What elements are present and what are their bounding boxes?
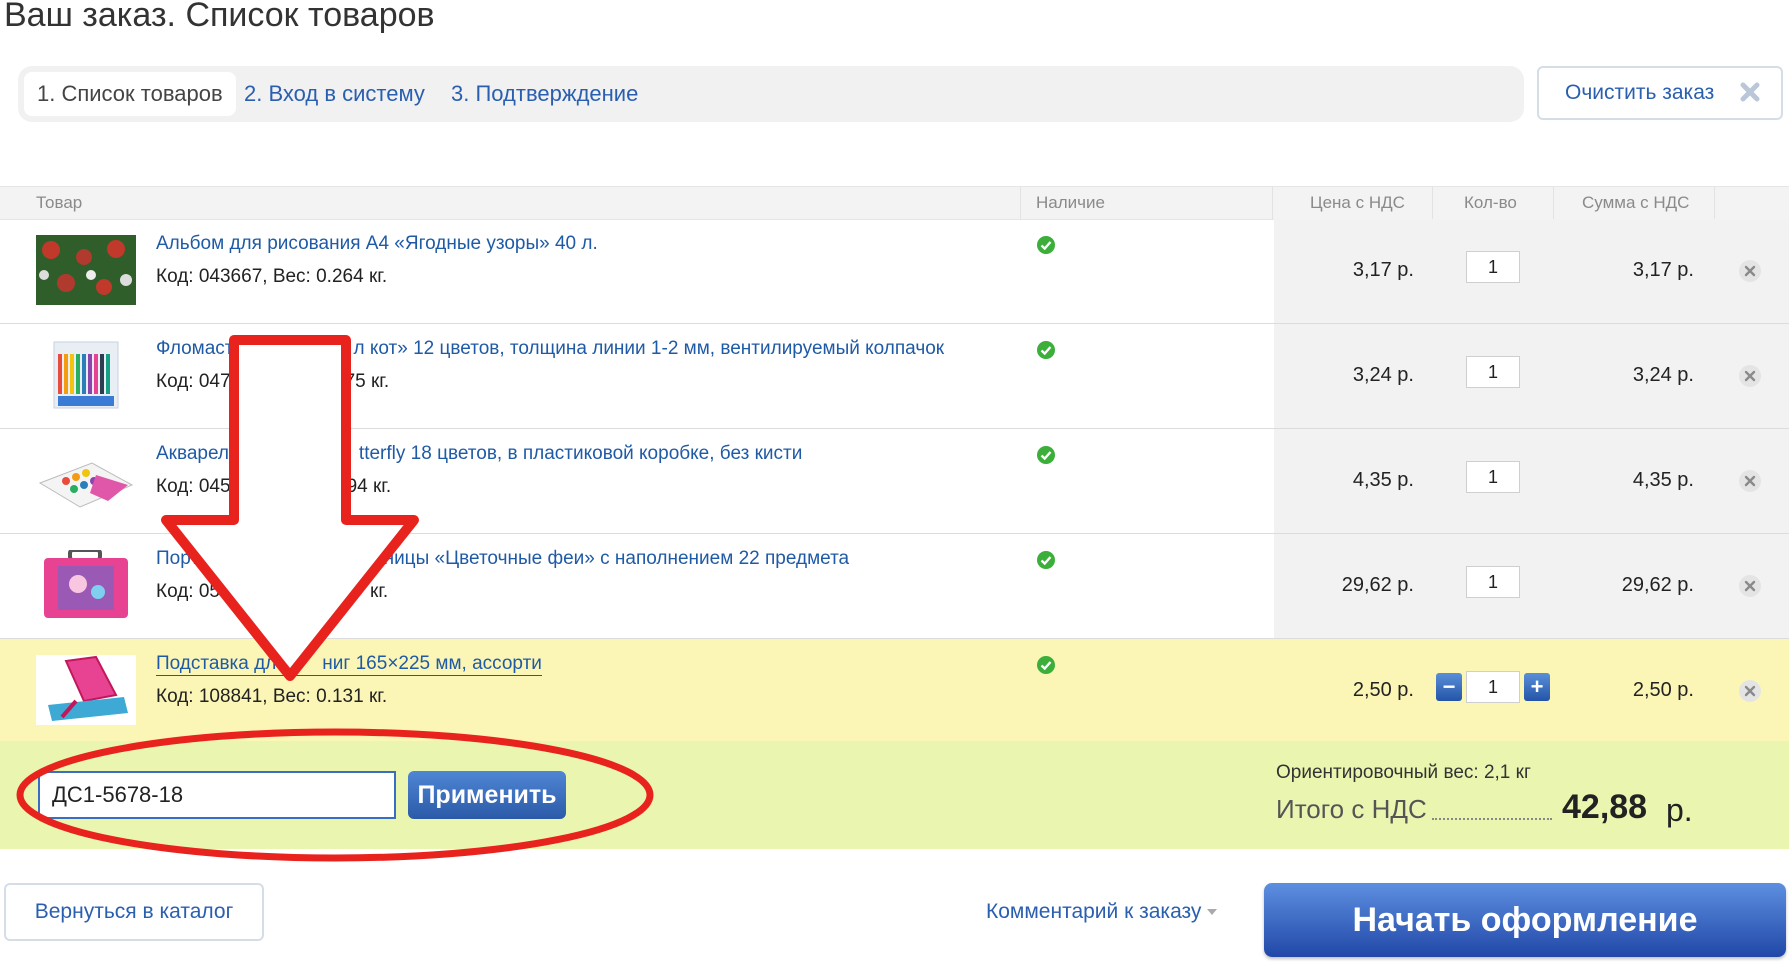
quantity-input[interactable]	[1466, 671, 1520, 703]
product-thumbnail[interactable]	[36, 655, 136, 725]
unit-price: 4,35 р.	[1352, 469, 1414, 491]
unit-price: 3,17 р.	[1352, 259, 1414, 281]
quantity-input[interactable]	[1466, 251, 1520, 283]
header-availability: Наличие	[1036, 193, 1105, 212]
clear-order-button[interactable]: Очистить заказ	[1537, 66, 1783, 120]
remove-item-icon[interactable]	[1738, 574, 1762, 598]
header-product: Товар	[36, 193, 83, 212]
product-name-link[interactable]: Альбом для рисования А4 «Ягодные узоры» …	[156, 233, 598, 255]
promo-code-input[interactable]	[38, 771, 396, 819]
product-name-link[interactable]: Фломаст л кот» 12 цветов, толщина линии 1…	[156, 338, 944, 360]
page-title: Ваш заказ. Список товаров	[4, 0, 435, 34]
apply-promo-button[interactable]: Применить	[408, 771, 566, 819]
product-thumbnail[interactable]	[36, 445, 136, 515]
product-thumbnail[interactable]	[36, 550, 136, 620]
back-to-catalog-button[interactable]: Вернуться в каталог	[4, 883, 264, 941]
chevron-down-icon	[1207, 909, 1218, 916]
remove-item-icon[interactable]	[1738, 679, 1762, 703]
product-code: Код: 045 94 кг.	[156, 476, 392, 497]
quantity-input[interactable]	[1466, 461, 1520, 493]
row-sum: 29,62 р.	[1621, 574, 1694, 596]
row-sum: 3,24 р.	[1632, 364, 1694, 386]
header-price: Цена с НДС	[1310, 193, 1405, 212]
increase-quantity-button[interactable]: +	[1524, 673, 1550, 701]
product-code: Код: 108841, Вес: 0.131 кг.	[156, 686, 388, 707]
in-stock-check-icon	[1037, 446, 1055, 464]
quantity-input[interactable]	[1466, 566, 1520, 598]
clear-order-label: Очистить заказ	[1565, 81, 1715, 104]
remove-item-icon[interactable]	[1738, 364, 1762, 388]
table-row: Порт сницы «Цветочные феи» с наполнением …	[0, 534, 1789, 639]
remove-item-icon[interactable]	[1738, 259, 1762, 283]
product-thumbnail[interactable]	[36, 235, 136, 305]
start-checkout-button[interactable]: Начать оформление	[1264, 883, 1786, 957]
in-stock-check-icon	[1037, 551, 1055, 569]
tab-login[interactable]: 2. Вход в систему	[244, 72, 425, 116]
in-stock-check-icon	[1037, 236, 1055, 254]
close-icon	[1740, 82, 1760, 102]
remove-item-icon[interactable]	[1738, 469, 1762, 493]
product-thumbnail[interactable]	[36, 340, 136, 410]
order-comment-toggle[interactable]: Комментарий к заказу	[986, 900, 1218, 924]
in-stock-check-icon	[1037, 656, 1055, 674]
quantity-input[interactable]	[1466, 356, 1520, 388]
product-code: Код: 043667, Вес: 0.264 кг.	[156, 266, 388, 287]
unit-price: 2,50 р.	[1352, 679, 1414, 701]
header-qty: Кол-во	[1464, 193, 1517, 212]
tab-confirmation[interactable]: 3. Подтверждение	[451, 72, 638, 116]
header-sum: Сумма с НДС	[1582, 193, 1690, 212]
total-label: Итого с НДС	[1276, 794, 1427, 824]
table-header: Товар Наличие Цена с НДС Кол-во Сумма с …	[0, 186, 1789, 220]
product-name-link[interactable]: Порт сницы «Цветочные феи» с наполнением …	[156, 548, 849, 570]
checkout-steps: 1. Список товаров 2. Вход в систему 3. П…	[18, 66, 1524, 122]
unit-price: 29,62 р.	[1341, 574, 1414, 596]
product-name-link[interactable]: Подставка дл ниг 165×225 мм, ассорти	[156, 653, 542, 676]
table-row-highlighted: Подставка дл ниг 165×225 мм, ассорти Код:…	[0, 639, 1789, 744]
decrease-quantity-button[interactable]: −	[1436, 673, 1462, 701]
row-sum: 4,35 р.	[1632, 469, 1694, 491]
estimated-weight: Ориентировочный вес: 2,1 кг	[1276, 762, 1531, 783]
row-sum: 3,17 р.	[1632, 259, 1694, 281]
product-name-link[interactable]: Акварель tterfly 18 цветов, в пластиковой…	[156, 443, 802, 465]
table-row: Акварель tterfly 18 цветов, в пластиковой…	[0, 429, 1789, 534]
total-value: 42,88	[1562, 788, 1648, 826]
in-stock-check-icon	[1037, 341, 1055, 359]
unit-price: 3,24 р.	[1352, 364, 1414, 386]
total-currency: р.	[1666, 792, 1693, 828]
product-code: Код: 047 75 кг.	[156, 371, 390, 392]
total-dots	[1432, 818, 1552, 820]
table-row: Альбом для рисования А4 «Ягодные узоры» …	[0, 219, 1789, 324]
row-sum: 2,50 р.	[1632, 679, 1694, 701]
table-row: Фломаст л кот» 12 цветов, толщина линии 1…	[0, 324, 1789, 429]
product-code: Код: 05 кг.	[156, 581, 389, 602]
tab-product-list[interactable]: 1. Список товаров	[24, 72, 236, 116]
